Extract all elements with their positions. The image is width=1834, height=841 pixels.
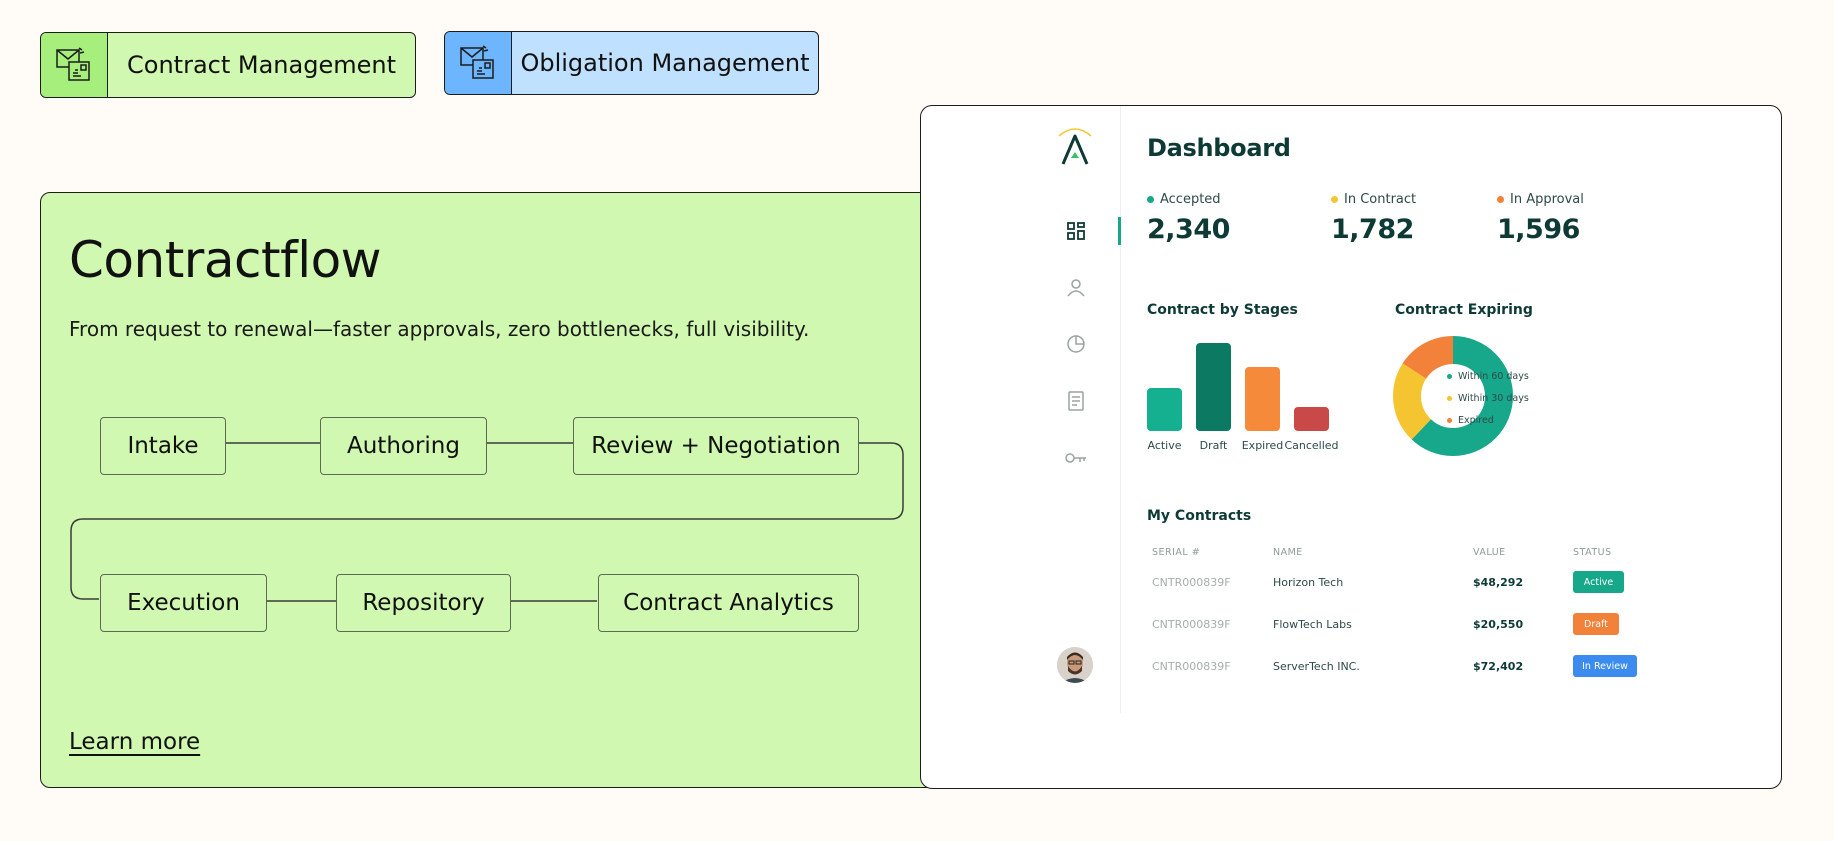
step-authoring[interactable]: Authoring bbox=[320, 417, 487, 475]
status-dot bbox=[1497, 196, 1504, 203]
table-header-serial: SERIAL # bbox=[1152, 547, 1201, 558]
serial-cell: CNTR000839F bbox=[1152, 660, 1231, 673]
name-cell: Horizon Tech bbox=[1273, 576, 1344, 589]
contractflow-card: Contractflow From request to renewal—fas… bbox=[40, 192, 970, 788]
envelope-document-icon bbox=[41, 33, 108, 97]
dashboard-app: Dashboard Accepted 2,340 In Contract 1,7… bbox=[1029, 106, 1769, 713]
bar-cancelled bbox=[1294, 407, 1329, 431]
legend-label: Within 60 days bbox=[1458, 371, 1529, 382]
envelope-document-icon bbox=[445, 32, 512, 94]
legend-item: Expired bbox=[1447, 415, 1494, 426]
tab-label: Contract Management bbox=[127, 51, 396, 79]
legend-label: Within 30 days bbox=[1458, 393, 1529, 404]
stat-value: 1,596 bbox=[1497, 214, 1580, 245]
tab-label: Obligation Management bbox=[520, 49, 810, 77]
stat-in-approval: In Approval 1,596 bbox=[1497, 192, 1584, 245]
status-badge[interactable]: Active bbox=[1573, 571, 1624, 593]
stat-label: Accepted bbox=[1160, 192, 1221, 207]
stat-label: In Approval bbox=[1510, 192, 1584, 207]
legend-dot bbox=[1447, 396, 1452, 401]
legend-label: Expired bbox=[1458, 415, 1494, 426]
table-header-status: STATUS bbox=[1573, 547, 1612, 558]
legend-dot bbox=[1447, 418, 1452, 423]
tab-contract-management[interactable]: Contract Management bbox=[40, 32, 416, 98]
pie-chart-icon[interactable] bbox=[1065, 333, 1087, 355]
step-review-negotiation[interactable]: Review + Negotiation bbox=[573, 417, 859, 475]
stat-value: 2,340 bbox=[1147, 214, 1230, 245]
bar-expired bbox=[1245, 367, 1280, 431]
document-icon[interactable] bbox=[1065, 390, 1087, 412]
table-header-name: NAME bbox=[1273, 547, 1303, 558]
status-dot bbox=[1147, 196, 1154, 203]
dashboard-title: Dashboard bbox=[1147, 134, 1291, 162]
avatar[interactable] bbox=[1057, 647, 1093, 683]
dashboard-grid-icon[interactable] bbox=[1065, 220, 1087, 242]
stat-in-contract: In Contract 1,782 bbox=[1331, 192, 1416, 245]
step-intake[interactable]: Intake bbox=[100, 417, 226, 475]
user-icon[interactable] bbox=[1065, 276, 1087, 298]
value-cell: $20,550 bbox=[1473, 618, 1524, 631]
legend-dot bbox=[1447, 374, 1452, 379]
active-nav-indicator bbox=[1118, 217, 1121, 245]
legend-item: Within 30 days bbox=[1447, 393, 1529, 404]
learn-more-link[interactable]: Learn more bbox=[69, 729, 200, 755]
my-contracts-title: My Contracts bbox=[1147, 508, 1252, 524]
status-dot bbox=[1331, 196, 1338, 203]
stat-value: 1,782 bbox=[1331, 214, 1414, 245]
status-badge[interactable]: Draft bbox=[1573, 613, 1619, 635]
legend-item: Within 60 days bbox=[1447, 371, 1529, 382]
key-icon[interactable] bbox=[1065, 447, 1087, 469]
stat-label: In Contract bbox=[1344, 192, 1417, 207]
expiring-chart-title: Contract Expiring bbox=[1395, 302, 1533, 318]
table-header-value: VALUE bbox=[1473, 547, 1506, 558]
card-title: Contractflow bbox=[69, 231, 382, 289]
stages-chart-title: Contract by Stages bbox=[1147, 302, 1298, 318]
status-badge[interactable]: In Review bbox=[1573, 655, 1637, 677]
value-cell: $48,292 bbox=[1473, 576, 1524, 589]
value-cell: $72,402 bbox=[1473, 660, 1524, 673]
sidebar bbox=[1029, 106, 1121, 713]
dashboard-preview: Dashboard Accepted 2,340 In Contract 1,7… bbox=[920, 105, 1782, 789]
bar-active bbox=[1147, 387, 1182, 431]
step-contract-analytics[interactable]: Contract Analytics bbox=[598, 574, 859, 632]
tab-obligation-management[interactable]: Obligation Management bbox=[444, 31, 819, 95]
serial-cell: CNTR000839F bbox=[1152, 576, 1231, 589]
card-subtitle: From request to renewal—faster approvals… bbox=[69, 317, 810, 341]
name-cell: FlowTech Labs bbox=[1273, 618, 1352, 631]
step-repository[interactable]: Repository bbox=[336, 574, 511, 632]
bar-label: Cancelled bbox=[1284, 439, 1339, 452]
step-execution[interactable]: Execution bbox=[100, 574, 267, 632]
serial-cell: CNTR000839F bbox=[1152, 618, 1231, 631]
bar-draft bbox=[1196, 343, 1231, 431]
app-logo bbox=[1055, 124, 1095, 172]
name-cell: ServerTech INC. bbox=[1273, 660, 1360, 673]
stat-accepted: Accepted 2,340 bbox=[1147, 192, 1230, 245]
